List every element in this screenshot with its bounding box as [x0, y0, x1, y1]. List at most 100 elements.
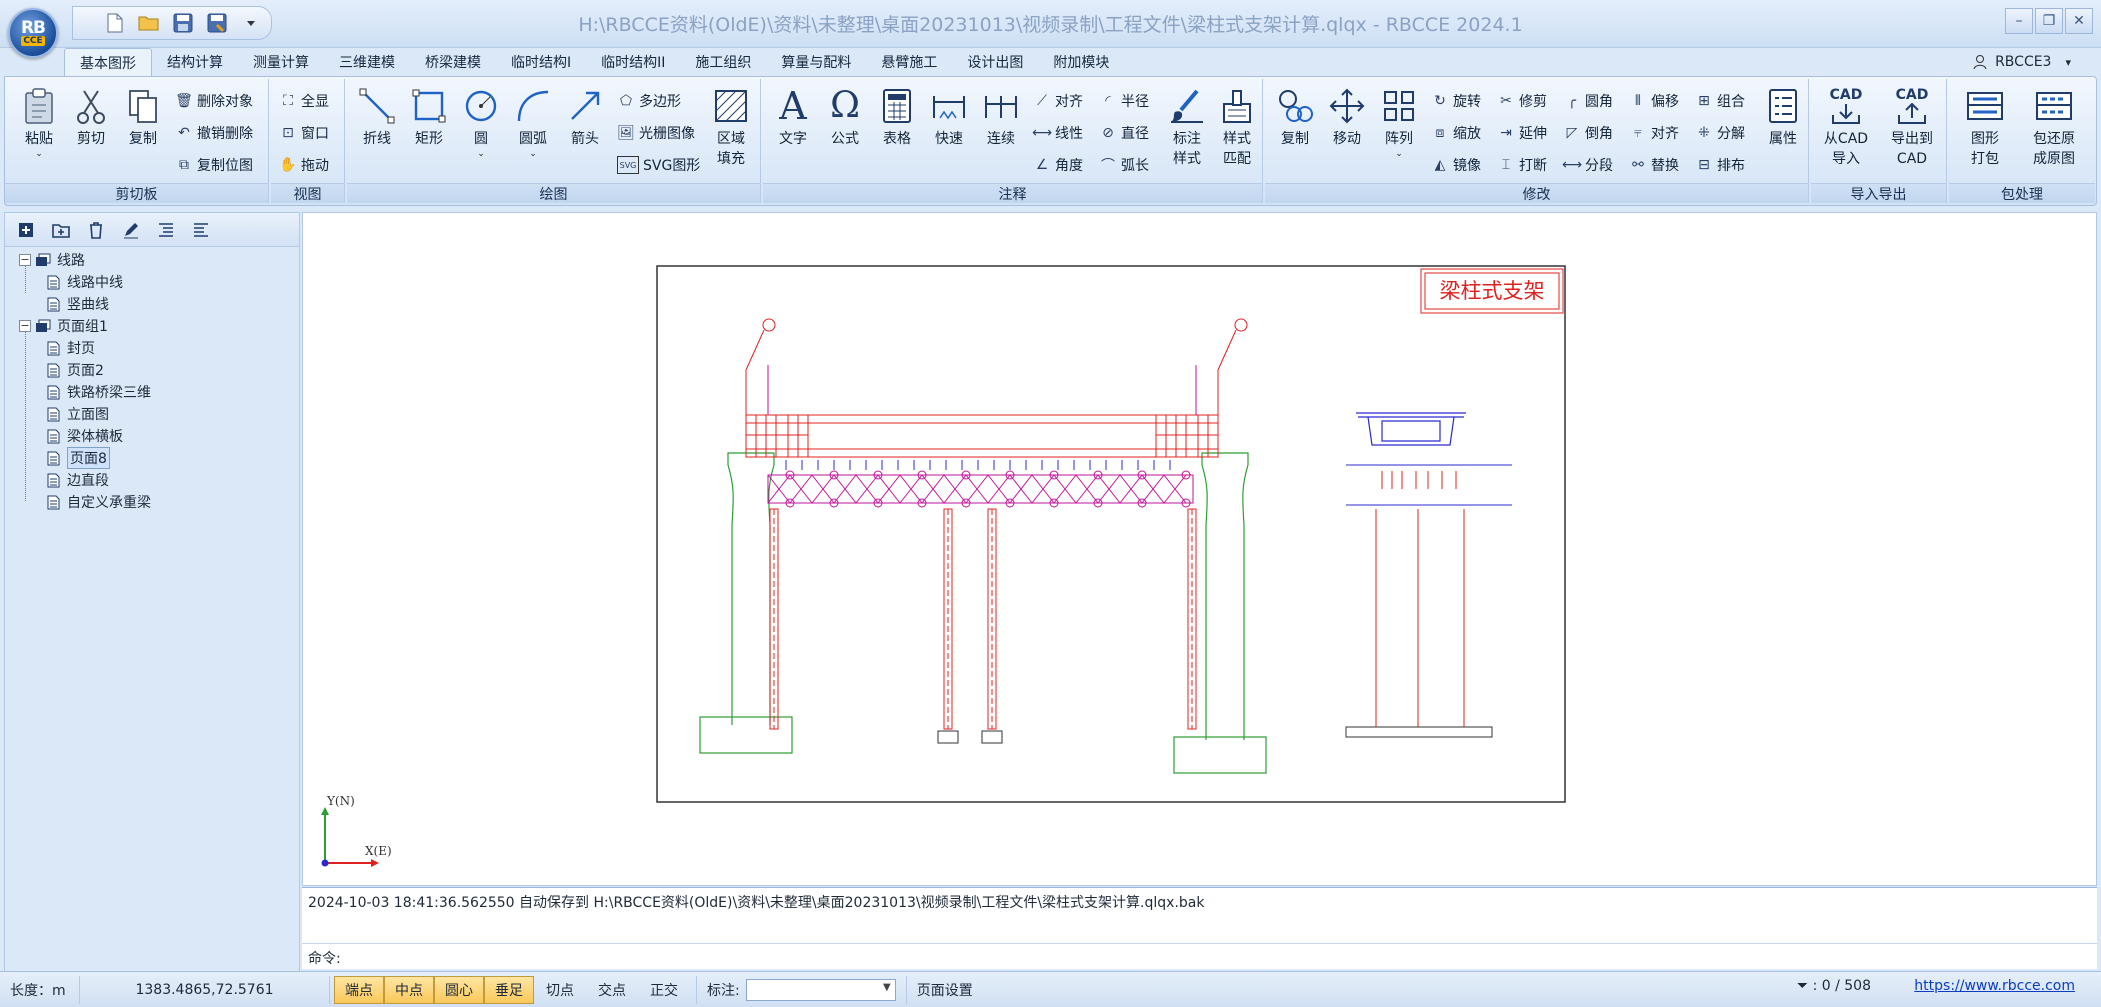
- tab-bridge-modeling[interactable]: 桥梁建模: [410, 48, 496, 76]
- tree-node-page-2[interactable]: 页面2: [5, 359, 299, 381]
- tab-temp-structure-1[interactable]: 临时结构I: [496, 48, 586, 76]
- text-button[interactable]: A 文字: [769, 83, 817, 149]
- pan-button[interactable]: ✋ 拖动: [279, 151, 329, 179]
- tree-node-page-8[interactable]: 页面8: [5, 447, 299, 469]
- tree-node-rail-bridge-3d[interactable]: 铁路桥梁三维: [5, 381, 299, 403]
- ortho-toggle[interactable]: 正交: [638, 976, 690, 1004]
- arrow-button[interactable]: 箭头: [561, 83, 609, 149]
- copy-button[interactable]: 复制: [119, 83, 167, 149]
- minimize-button[interactable]: –: [2005, 8, 2033, 34]
- app-logo-button[interactable]: RB CCE: [8, 8, 58, 58]
- snap-endpoint-toggle[interactable]: 端点: [334, 975, 384, 1004]
- angle-dim-button[interactable]: ∠ 角度: [1033, 151, 1083, 179]
- pack-graphics-button[interactable]: 图形 打包: [1955, 83, 2015, 169]
- snap-tangent-toggle[interactable]: 切点: [534, 976, 586, 1004]
- tree-node-vertical-curve[interactable]: 竖曲线: [5, 293, 299, 315]
- add-group-icon[interactable]: [48, 218, 74, 242]
- table-button[interactable]: 表格: [873, 83, 921, 149]
- tree-node-custom-beam[interactable]: 自定义承重梁: [5, 491, 299, 513]
- arrange-button[interactable]: ⊟ 排布: [1695, 151, 1745, 179]
- continuous-dim-button[interactable]: 连续: [977, 83, 1025, 149]
- scale-button[interactable]: ⧈ 缩放: [1431, 119, 1481, 147]
- collapse-toggle[interactable]: −: [19, 320, 31, 332]
- align-object-button[interactable]: ⫧ 对齐: [1629, 119, 1679, 147]
- properties-button[interactable]: 属性: [1759, 83, 1807, 149]
- offset-button[interactable]: ⫴ 偏移: [1629, 87, 1679, 115]
- fillet-button[interactable]: ╭ 圆角: [1563, 87, 1613, 115]
- tree-node-route-centerline[interactable]: 线路中线: [5, 271, 299, 293]
- tree-node-straight-section[interactable]: 边直段: [5, 469, 299, 491]
- group-button[interactable]: ⊞ 组合: [1695, 87, 1745, 115]
- chamfer-button[interactable]: ◸ 倒角: [1563, 119, 1613, 147]
- tab-structure-calc[interactable]: 结构计算: [152, 48, 238, 76]
- array-button[interactable]: 阵列 ⌄: [1375, 83, 1423, 159]
- diameter-dim-button[interactable]: ⊘ 直径: [1099, 119, 1149, 147]
- tree-node-cover[interactable]: 封页: [5, 337, 299, 359]
- break-button[interactable]: ⌶ 打断: [1497, 151, 1547, 179]
- add-page-icon[interactable]: [13, 218, 39, 242]
- command-line[interactable]: 命令:: [302, 943, 2097, 969]
- paste-button[interactable]: 粘贴 ⌄: [15, 83, 63, 159]
- collapse-toggle[interactable]: −: [19, 254, 31, 266]
- mirror-button[interactable]: ◭ 镜像: [1431, 151, 1481, 179]
- user-menu[interactable]: RBCCE3 ▾: [1973, 50, 2071, 74]
- tab-addons[interactable]: 附加模块: [1038, 48, 1124, 76]
- arc-button[interactable]: 圆弧 ⌄: [509, 83, 557, 159]
- linear-dim-button[interactable]: ⟷ 线性: [1032, 119, 1083, 147]
- rename-pencil-icon[interactable]: [118, 218, 144, 242]
- outdent-icon[interactable]: [188, 218, 214, 242]
- delete-page-icon[interactable]: [83, 218, 109, 242]
- align-dim-button[interactable]: ⟋ 对齐: [1033, 87, 1083, 115]
- copy-object-button[interactable]: 复制: [1271, 83, 1319, 149]
- replace-button[interactable]: ⚯ 替换: [1629, 151, 1679, 179]
- cut-button[interactable]: 剪切: [67, 83, 115, 149]
- snap-intersection-toggle[interactable]: 交点: [586, 976, 638, 1004]
- tree-node-elevation[interactable]: 立面图: [5, 403, 299, 425]
- circle-button[interactable]: 圆 ⌄: [457, 83, 505, 159]
- close-button[interactable]: ✕: [2065, 8, 2093, 34]
- snap-midpoint-toggle[interactable]: 中点: [384, 975, 434, 1004]
- tab-temp-structure-2[interactable]: 临时结构II: [586, 48, 680, 76]
- annotation-style-select[interactable]: ▼: [745, 978, 896, 1001]
- polyline-button[interactable]: 折线: [353, 83, 401, 149]
- extend-button[interactable]: ⇥ 延伸: [1497, 119, 1547, 147]
- rect-button[interactable]: 矩形: [405, 83, 453, 149]
- undo-delete-button[interactable]: ↶ 撤销删除: [175, 119, 253, 147]
- trim-button[interactable]: ✂ 修剪: [1497, 87, 1547, 115]
- tab-3d-modeling[interactable]: 三维建模: [324, 48, 410, 76]
- copy-bitmap-button[interactable]: ⧉ 复制位图: [175, 151, 253, 179]
- import-from-cad-button[interactable]: CAD 从CAD 导入: [1815, 83, 1877, 169]
- rotate-button[interactable]: ↻ 旋转: [1431, 87, 1481, 115]
- hatch-button[interactable]: 区域 填充: [707, 83, 755, 169]
- quick-dim-button[interactable]: 快速: [925, 83, 973, 149]
- export-to-cad-button[interactable]: CAD 导出到 CAD: [1881, 83, 1943, 169]
- snap-perpendicular-toggle[interactable]: 垂足: [484, 975, 534, 1004]
- page-setup-button[interactable]: 页面设置: [907, 976, 983, 1004]
- tab-basic-shapes[interactable]: 基本图形: [64, 48, 152, 76]
- tree-node-page-group-1[interactable]: − 页面组1: [5, 315, 299, 337]
- window-zoom-button[interactable]: ⊡ 窗口: [279, 119, 329, 147]
- tab-design-output[interactable]: 设计出图: [952, 48, 1038, 76]
- explode-button[interactable]: ⁜ 分解: [1695, 119, 1745, 147]
- website-link[interactable]: https://www.rbcce.com: [1914, 978, 2075, 994]
- radius-dim-button[interactable]: ◜ 半径: [1099, 87, 1149, 115]
- arclength-dim-button[interactable]: ⌒ 弧长: [1099, 151, 1149, 179]
- style-match-button[interactable]: 样式 匹配: [1213, 83, 1261, 169]
- tab-cantilever[interactable]: 悬臂施工: [866, 48, 952, 76]
- tab-quantity[interactable]: 算量与配料: [766, 48, 866, 76]
- fullview-button[interactable]: ⛶ 全显: [279, 87, 329, 115]
- tree-node-route[interactable]: − 线路: [5, 249, 299, 271]
- snap-center-toggle[interactable]: 圆心: [434, 975, 484, 1004]
- unpack-restore-button[interactable]: 包还原 成原图: [2019, 83, 2089, 169]
- indent-icon[interactable]: [153, 218, 179, 242]
- tab-construction-org[interactable]: 施工组织: [680, 48, 766, 76]
- restore-button[interactable]: ❐: [2035, 8, 2063, 34]
- raster-image-button[interactable]: 🖼 光栅图像: [617, 119, 695, 147]
- polygon-button[interactable]: ⬠ 多边形: [617, 87, 681, 115]
- divide-button[interactable]: ⟷ 分段: [1562, 151, 1613, 179]
- drawing-canvas[interactable]: 梁柱式支架 Y(N) X(E): [302, 212, 2097, 886]
- svg-shape-button[interactable]: SVG SVG图形: [617, 151, 700, 179]
- delete-object-button[interactable]: 🗑 删除对象: [175, 87, 253, 115]
- tab-survey-calc[interactable]: 测量计算: [238, 48, 324, 76]
- move-button[interactable]: 移动: [1323, 83, 1371, 149]
